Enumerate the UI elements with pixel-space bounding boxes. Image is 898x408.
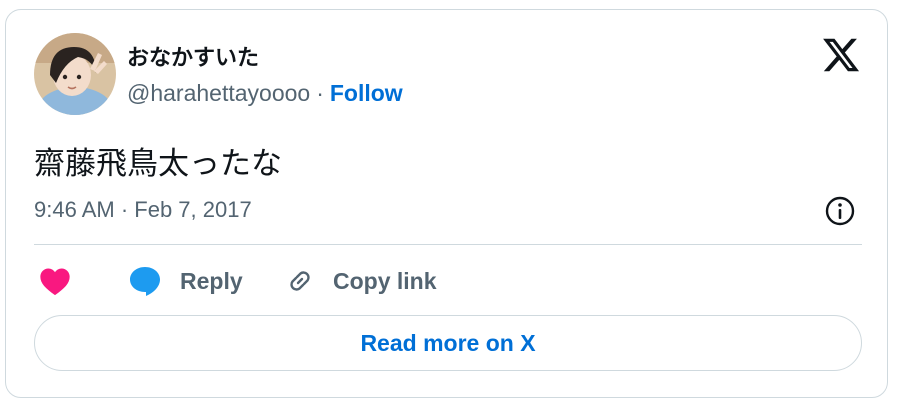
reply-button[interactable]: Reply <box>128 262 243 300</box>
heart-icon <box>40 268 70 296</box>
avatar[interactable] <box>34 33 116 115</box>
copy-link-label: Copy link <box>333 267 437 294</box>
tweet-card: おなかすいた @harahettayoooo · Follow 齋藤飛鳥太ったな 9… <box>5 9 888 398</box>
author-display-name[interactable]: おなかすいた <box>127 40 259 72</box>
speech-bubble-icon <box>130 267 160 296</box>
handle-separator: · <box>316 80 324 106</box>
follow-link[interactable]: Follow <box>330 80 403 106</box>
reply-label: Reply <box>180 267 243 294</box>
divider <box>34 244 862 245</box>
avatar-photo <box>34 33 116 115</box>
tweet-timestamp[interactable]: 9:46 AM · Feb 7, 2017 <box>34 197 252 223</box>
author-handle-row: @harahettayoooo · Follow <box>127 80 403 107</box>
link-icon <box>290 271 310 291</box>
x-logo-icon[interactable] <box>821 35 861 75</box>
copy-link-button[interactable]: Copy link <box>283 262 437 300</box>
read-more-button[interactable]: Read more on X <box>34 315 862 371</box>
info-icon[interactable] <box>824 195 856 227</box>
tweet-text: 齋藤飛鳥太ったな <box>34 146 282 182</box>
like-button[interactable] <box>39 262 71 300</box>
author-handle[interactable]: @harahettayoooo <box>127 80 310 106</box>
